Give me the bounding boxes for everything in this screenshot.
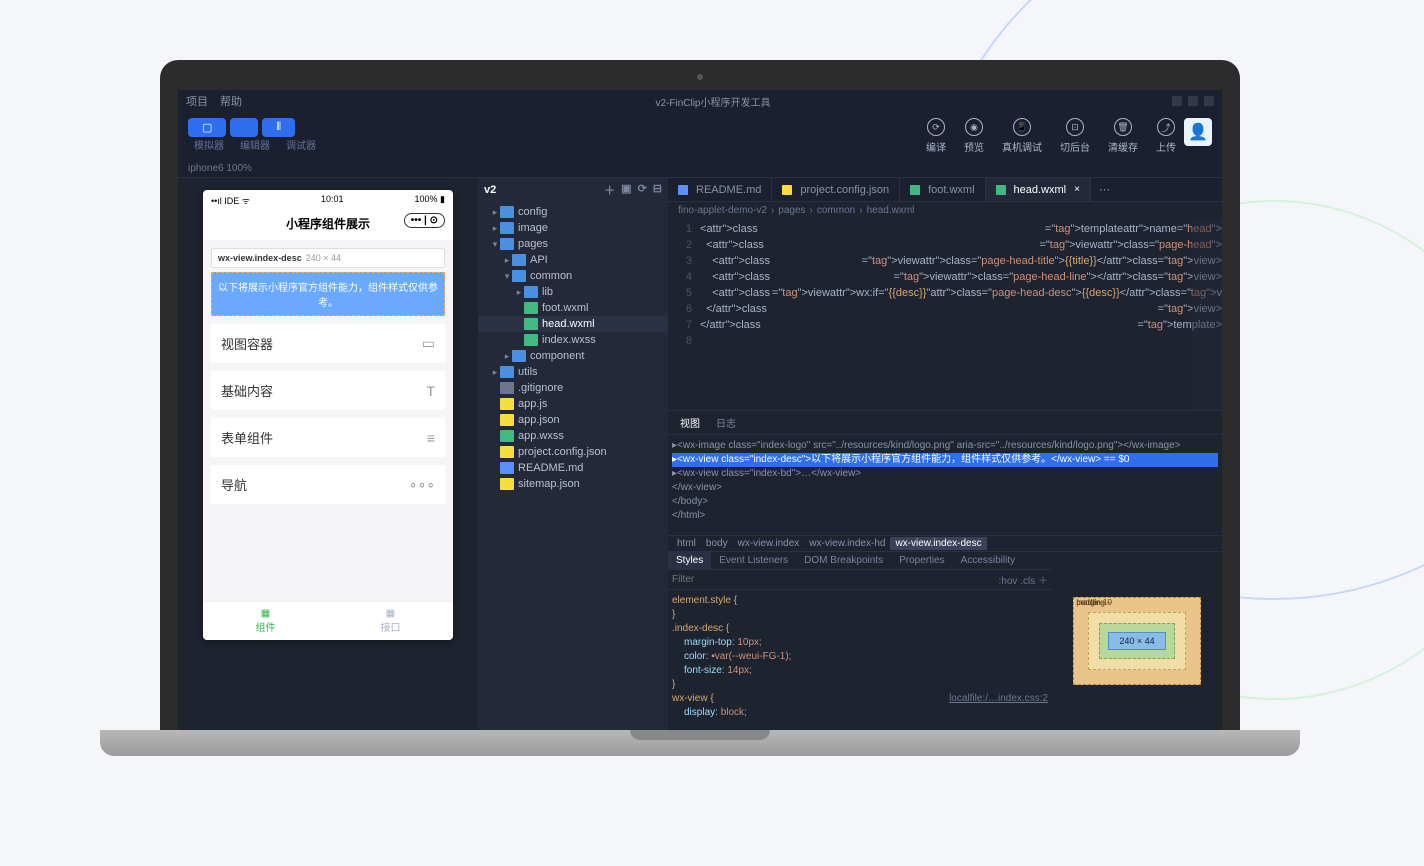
tree-node-12[interactable]: app.js bbox=[478, 396, 668, 412]
tree-node-9[interactable]: ▸component bbox=[478, 348, 668, 364]
phone-tab-1[interactable]: ▦接口 bbox=[328, 602, 453, 640]
minimize-button[interactable] bbox=[1172, 96, 1182, 106]
styles-tab-4[interactable]: Accessibility bbox=[953, 552, 1023, 569]
styles-filter[interactable] bbox=[672, 572, 999, 587]
window-title: v2-FinClip小程序开发工具 bbox=[254, 94, 1172, 109]
editor-tab-2[interactable]: foot.wxml bbox=[900, 178, 985, 201]
tree-node-15[interactable]: project.config.json bbox=[478, 444, 668, 460]
tree-node-3[interactable]: ▸API bbox=[478, 252, 668, 268]
tree-node-4[interactable]: ▾common bbox=[478, 268, 668, 284]
toolbar: ▢ ⫴ 模拟器编辑器调试器 ⟳编译 ◉预览 📱真机调试 ⊡切后台 🗑清缓存 ⤴上传 👤 bbox=[178, 112, 1222, 160]
new-folder-icon[interactable]: ▣ bbox=[621, 182, 631, 198]
file-explorer: v2 ＋ ▣ ⟳ ⊟ ▸config▸image▾pages▸API▾commo… bbox=[478, 178, 668, 730]
dom-crumb-2[interactable]: wx-view.index bbox=[733, 537, 805, 550]
action-4[interactable]: 🗑清缓存 bbox=[1108, 118, 1138, 154]
tree-node-6[interactable]: foot.wxml bbox=[478, 300, 668, 316]
camera-dot bbox=[697, 74, 703, 80]
styles-tab-2[interactable]: DOM Breakpoints bbox=[796, 552, 891, 569]
tree-node-11[interactable]: .gitignore bbox=[478, 380, 668, 396]
hov-cls-toggle[interactable]: :hov .cls ＋ bbox=[999, 572, 1048, 587]
cell-3[interactable]: 导航∘∘∘ bbox=[211, 465, 445, 504]
maximize-button[interactable] bbox=[1188, 96, 1198, 106]
simulator-panel: ••ıl IDE ᯤ 10:01 100% ▮ 小程序组件展示 ••• | ⊙ … bbox=[178, 178, 478, 730]
mode-label-2: 调试器 bbox=[280, 137, 322, 152]
user-avatar[interactable]: 👤 bbox=[1184, 118, 1212, 146]
editor-tab-1[interactable]: project.config.json bbox=[772, 178, 900, 201]
tree-node-1[interactable]: ▸image bbox=[478, 220, 668, 236]
action-0[interactable]: ⟳编译 bbox=[926, 118, 946, 154]
mode-1[interactable] bbox=[230, 118, 258, 137]
mode-label-1: 编辑器 bbox=[234, 137, 276, 152]
tree-node-17[interactable]: sitemap.json bbox=[478, 476, 668, 492]
editor-tab-0[interactable]: README.md bbox=[668, 178, 772, 201]
tree-node-14[interactable]: app.wxss bbox=[478, 428, 668, 444]
dom-breadcrumb[interactable]: htmlbodywx-view.indexwx-view.index-hdwx-… bbox=[668, 535, 1222, 552]
styles-tab-1[interactable]: Event Listeners bbox=[711, 552, 796, 569]
device-status: iphone6 100% bbox=[178, 160, 1222, 178]
mode-2[interactable]: ⫴ bbox=[262, 118, 295, 137]
devtools-tab-0[interactable]: 视图 bbox=[672, 413, 708, 432]
action-3[interactable]: ⊡切后台 bbox=[1060, 118, 1090, 154]
inspect-tooltip: wx-view.index-desc240 × 44 bbox=[211, 248, 445, 268]
mode-label-0: 模拟器 bbox=[188, 137, 230, 152]
action-2[interactable]: 📱真机调试 bbox=[1002, 118, 1042, 154]
phone-time: 10:01 bbox=[321, 194, 344, 207]
devtools-tab-1[interactable]: 日志 bbox=[708, 413, 744, 432]
mode-0[interactable]: ▢ bbox=[188, 118, 226, 137]
tree-node-5[interactable]: ▸lib bbox=[478, 284, 668, 300]
minimap[interactable] bbox=[1192, 219, 1222, 410]
tree-node-0[interactable]: ▸config bbox=[478, 204, 668, 220]
breadcrumb: fino-applet-demo-v2›pages›common›head.wx… bbox=[668, 202, 1222, 219]
tree-node-7[interactable]: head.wxml bbox=[478, 316, 668, 332]
css-rules[interactable]: element.style {}.index-desc {</span></di… bbox=[668, 590, 1052, 730]
phone-battery: 100% ▮ bbox=[415, 194, 445, 207]
menu-project[interactable]: 项目 bbox=[186, 93, 208, 109]
project-root[interactable]: v2 bbox=[484, 184, 496, 196]
tree-node-8[interactable]: index.wxss bbox=[478, 332, 668, 348]
tabs-more-icon[interactable]: ⋯ bbox=[1091, 178, 1118, 201]
phone-frame: ••ıl IDE ᯤ 10:01 100% ▮ 小程序组件展示 ••• | ⊙ … bbox=[203, 190, 453, 640]
close-tab-icon[interactable]: × bbox=[1074, 184, 1080, 195]
styles-tab-0[interactable]: Styles bbox=[668, 552, 711, 569]
new-file-icon[interactable]: ＋ bbox=[604, 182, 615, 198]
tree-node-16[interactable]: README.md bbox=[478, 460, 668, 476]
ide-window: 项目 帮助 v2-FinClip小程序开发工具 ▢ ⫴ 模拟器编辑器调试器 ⟳编译… bbox=[178, 90, 1222, 730]
cell-2[interactable]: 表单组件≡ bbox=[211, 418, 445, 457]
dom-crumb-1[interactable]: body bbox=[701, 537, 733, 550]
action-5[interactable]: ⤴上传 bbox=[1156, 118, 1176, 154]
dom-crumb-4[interactable]: wx-view.index-desc bbox=[890, 537, 986, 550]
menu-bar: 项目 帮助 v2-FinClip小程序开发工具 bbox=[178, 90, 1222, 112]
phone-signal: ••ıl IDE ᯤ bbox=[211, 194, 250, 207]
tree-node-13[interactable]: app.json bbox=[478, 412, 668, 428]
dom-crumb-0[interactable]: html bbox=[672, 537, 701, 550]
editor-tab-3[interactable]: head.wxml× bbox=[986, 178, 1091, 201]
collapse-icon[interactable]: ⊟ bbox=[653, 182, 662, 198]
box-model: margin 10 border – padding – 240 × 44 bbox=[1052, 552, 1222, 730]
highlighted-element[interactable]: 以下将展示小程序官方组件能力，组件样式仅供参考。 bbox=[211, 272, 445, 316]
refresh-icon[interactable]: ⟳ bbox=[638, 182, 647, 198]
phone-title: 小程序组件展示 bbox=[286, 217, 370, 231]
cell-1[interactable]: 基础内容T bbox=[211, 371, 445, 410]
menu-help[interactable]: 帮助 bbox=[220, 93, 242, 109]
tree-node-10[interactable]: ▸utils bbox=[478, 364, 668, 380]
action-1[interactable]: ◉预览 bbox=[964, 118, 984, 154]
tree-node-2[interactable]: ▾pages bbox=[478, 236, 668, 252]
dom-crumb-3[interactable]: wx-view.index-hd bbox=[804, 537, 890, 550]
close-button[interactable] bbox=[1204, 96, 1214, 106]
cell-0[interactable]: 视图容器▭ bbox=[211, 324, 445, 363]
capsule-button[interactable]: ••• | ⊙ bbox=[404, 213, 445, 228]
dom-tree[interactable]: ▸<wx-image class="index-logo" src="../re… bbox=[668, 435, 1222, 535]
phone-tab-0[interactable]: ▦组件 bbox=[203, 602, 328, 640]
devtools: 视图日志 ▸<wx-image class="index-logo" src="… bbox=[668, 410, 1222, 730]
code-editor[interactable]: 1<attr">class="tag">template attr">name=… bbox=[668, 219, 1222, 351]
laptop-frame: 项目 帮助 v2-FinClip小程序开发工具 ▢ ⫴ 模拟器编辑器调试器 ⟳编译… bbox=[160, 60, 1240, 756]
styles-tab-3[interactable]: Properties bbox=[891, 552, 953, 569]
